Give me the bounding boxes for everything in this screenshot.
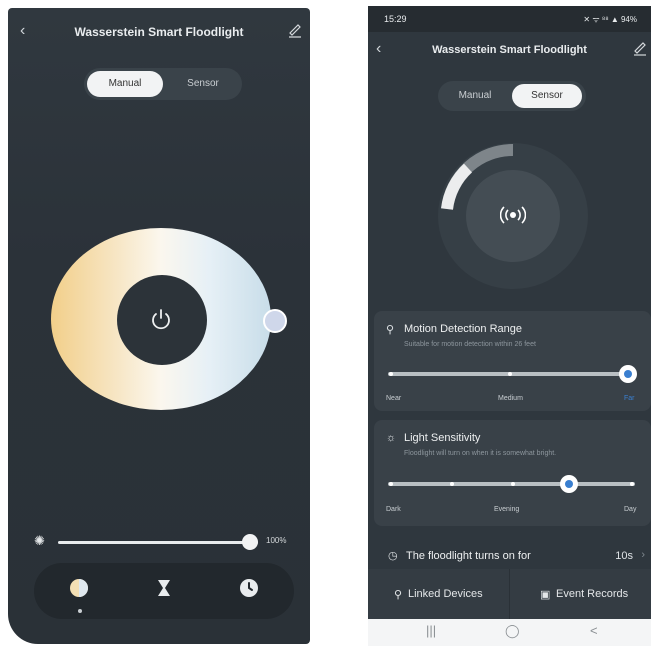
color-mode-icon[interactable] xyxy=(68,577,90,599)
light-tick-3[interactable] xyxy=(511,482,515,486)
light-label-day: Day xyxy=(624,506,637,513)
hourglass-icon[interactable] xyxy=(153,577,175,599)
brightness-icon: ☼ xyxy=(386,432,397,444)
motion-range-subtitle: Suitable for motion detection within 26 … xyxy=(404,341,536,348)
page-title: Wasserstein Smart Floodlight xyxy=(432,44,587,56)
tab-manual[interactable]: Manual xyxy=(87,71,163,97)
home-button[interactable]: ◯ xyxy=(505,623,520,639)
linked-devices-label: Linked Devices xyxy=(408,588,483,600)
link-icon: ⚲ xyxy=(394,589,403,601)
motion-tick-near[interactable] xyxy=(389,372,393,376)
signal-broadcast-icon xyxy=(500,206,526,224)
event-records-tab[interactable]: ▣ Event Records xyxy=(510,569,651,619)
mode-toggle: Manual Sensor xyxy=(84,68,242,100)
linked-devices-tab[interactable]: ⚲ Linked Devices xyxy=(368,569,509,619)
light-label-dark: Dark xyxy=(386,506,401,513)
brightness-thumb[interactable] xyxy=(242,534,258,550)
records-icon: ▣ xyxy=(540,589,551,601)
light-label-evening: Evening xyxy=(494,506,520,513)
status-indicators: ✕ ᯤ ⁸⁸ ▲ 94% xyxy=(583,15,637,24)
light-sensitivity-subtitle: Floodlight will turn on when it is somew… xyxy=(404,450,557,457)
color-temperature-wheel[interactable] xyxy=(51,228,287,410)
brightness-value: 100% xyxy=(266,536,287,545)
header: ‹ Wasserstein Smart Floodlight xyxy=(8,18,310,44)
motion-radar xyxy=(438,143,588,289)
mode-toggle: Manual Sensor xyxy=(438,81,586,111)
tab-sensor[interactable]: Sensor xyxy=(168,71,238,97)
sun-icon: ✺ xyxy=(34,533,45,548)
motion-range-title: Motion Detection Range xyxy=(404,323,523,335)
turn-on-label: The floodlight turns on for xyxy=(406,550,531,562)
light-sensitivity-title: Light Sensitivity xyxy=(404,432,481,444)
color-knob[interactable] xyxy=(263,309,287,333)
status-time: 15:29 xyxy=(384,14,407,24)
edit-icon[interactable] xyxy=(288,22,302,38)
light-sensitivity-thumb[interactable] xyxy=(560,475,578,493)
light-tick-2[interactable] xyxy=(450,482,454,486)
motion-range-card: ⚲ Motion Detection Range Suitable for mo… xyxy=(374,311,651,411)
bottom-tab-bar: ⚲ Linked Devices ▣ Event Records xyxy=(368,569,651,619)
mode-bar xyxy=(34,563,294,619)
recent-apps-button[interactable]: ||| xyxy=(426,623,436,638)
edit-icon[interactable] xyxy=(633,40,647,56)
motion-icon: ⚲ xyxy=(386,324,395,336)
motion-label-near: Near xyxy=(386,395,402,402)
status-bar: 15:29 ✕ ᯤ ⁸⁸ ▲ 94% xyxy=(368,6,651,32)
system-nav-bar: ||| ◯ < xyxy=(368,619,651,646)
light-tick-5[interactable] xyxy=(630,482,634,486)
page-title: Wasserstein Smart Floodlight xyxy=(74,25,244,39)
manual-screen: ‹ Wasserstein Smart Floodlight Manual Se… xyxy=(8,8,310,644)
tab-sensor[interactable]: Sensor xyxy=(512,84,582,108)
header: ‹ Wasserstein Smart Floodlight xyxy=(368,38,651,64)
event-records-label: Event Records xyxy=(556,588,629,600)
clock-icon[interactable] xyxy=(238,577,260,599)
light-sensitivity-card: ☼ Light Sensitivity Floodlight will turn… xyxy=(374,420,651,526)
motion-tick-medium[interactable] xyxy=(508,372,512,376)
clock-icon: ◷ xyxy=(388,550,398,562)
light-tick-1[interactable] xyxy=(389,482,393,486)
motion-range-thumb[interactable] xyxy=(619,365,637,383)
motion-label-medium: Medium xyxy=(498,395,523,402)
chevron-right-icon: › xyxy=(641,549,645,561)
back-nav-button[interactable]: < xyxy=(590,623,598,638)
brightness-track[interactable] xyxy=(58,541,258,544)
brightness-slider[interactable]: ✺ 100% xyxy=(34,530,304,554)
tab-manual[interactable]: Manual xyxy=(442,84,508,108)
power-icon[interactable] xyxy=(147,305,175,333)
turn-on-value: 10s xyxy=(615,550,633,562)
sensor-screen: 15:29 ✕ ᯤ ⁸⁸ ▲ 94% ‹ Wasserstein Smart F… xyxy=(368,6,651,646)
motion-label-far: Far xyxy=(624,395,635,402)
active-indicator xyxy=(78,609,82,613)
